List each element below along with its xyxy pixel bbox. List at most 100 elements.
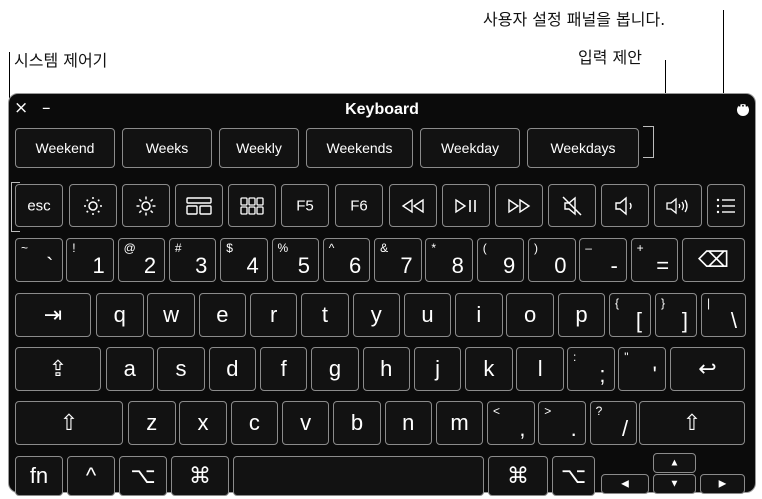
right-command-key[interactable]: ⌘ [488, 456, 548, 496]
key-x[interactable]: x [179, 401, 227, 445]
mission-control-key[interactable] [175, 184, 223, 227]
more-options-icon[interactable]: ··· [737, 103, 749, 116]
shift-symbol: } [661, 296, 666, 310]
key-label: b [350, 410, 364, 435]
fn-key[interactable]: fn [15, 456, 63, 496]
key-w[interactable]: w [147, 293, 195, 337]
shift-symbol: $ [226, 241, 233, 255]
key-y[interactable]: y [352, 293, 400, 337]
mute-key[interactable] [548, 184, 596, 227]
key-a[interactable]: a [106, 347, 154, 391]
key-o[interactable]: o [506, 293, 554, 337]
brightness-up-key[interactable] [122, 184, 170, 227]
key-1[interactable]: ! 1 [66, 238, 114, 282]
shift-symbol: ( [482, 241, 487, 255]
key-n[interactable]: n [384, 401, 432, 445]
panel-options-key[interactable] [707, 184, 745, 227]
key-period[interactable]: >. [538, 401, 586, 445]
arrow-down-key[interactable]: ▼ [653, 474, 696, 494]
key-p[interactable]: p [557, 293, 606, 337]
key-i[interactable]: i [455, 293, 503, 337]
delete-key[interactable]: ⌫ [682, 238, 745, 282]
key-j[interactable]: j [413, 347, 462, 391]
esc-key[interactable]: esc [15, 184, 63, 227]
key-z[interactable]: z [128, 401, 176, 445]
caps-lock-icon: ⇪ [48, 356, 68, 381]
key-9[interactable]: (9 [476, 238, 525, 282]
suggestion-weekends[interactable]: Weekends [306, 128, 413, 168]
key-v[interactable]: v [281, 401, 330, 445]
key-slash[interactable]: ? / [589, 401, 638, 445]
key-comma[interactable]: <, [487, 401, 535, 445]
key-d[interactable]: d [208, 347, 257, 391]
key--[interactable]: – - [579, 238, 627, 282]
right-option-key[interactable]: ⌥ [552, 456, 595, 496]
arrow-left-key[interactable]: ◀ [601, 474, 649, 494]
suggestion-weeks[interactable]: Weeks [122, 128, 212, 168]
key-r[interactable]: r [249, 293, 298, 337]
suggestion-weekend[interactable]: Weekend [15, 128, 115, 168]
key-f[interactable]: f [259, 347, 308, 391]
volume-down-key[interactable] [601, 184, 649, 227]
command-key[interactable]: ⌘ [171, 456, 229, 496]
key-2[interactable]: @2 [117, 238, 166, 282]
key-l[interactable]: l [516, 347, 564, 391]
volume-up-key[interactable] [654, 184, 702, 227]
key-4[interactable]: $4 [220, 238, 268, 282]
key-`[interactable]: ~ ` [15, 238, 63, 282]
fast-forward-icon [496, 198, 542, 214]
key-6[interactable]: ^ 6 [322, 238, 371, 282]
key-s[interactable]: s [157, 347, 205, 391]
option-key[interactable]: ⌥ [119, 456, 167, 496]
control-key[interactable]: ^ [67, 456, 115, 496]
play-pause-key[interactable] [442, 184, 490, 227]
key-q[interactable]: q [96, 293, 144, 337]
key-backslash[interactable]: | \ [701, 293, 746, 337]
key-8[interactable]: * 8 [425, 238, 473, 282]
key-semicolon[interactable]: :; [567, 347, 615, 391]
key-3[interactable]: #3 [168, 238, 217, 282]
suggestion-weekday[interactable]: Weekday [420, 128, 520, 168]
key-k[interactable]: k [465, 347, 513, 391]
tab-key[interactable]: ⇥ [15, 293, 91, 337]
tab-icon: ⇥ [43, 302, 63, 327]
return-key[interactable]: ↩ [670, 347, 745, 391]
shift-symbol: * [431, 241, 437, 255]
callout-input-suggestions: 입력 제안 [578, 48, 642, 67]
key-][interactable]: }] [655, 293, 697, 337]
arrow-right-key[interactable]: ▶ [700, 474, 745, 494]
key-quote[interactable]: " ' [618, 347, 666, 391]
rewind-key[interactable] [389, 184, 437, 227]
left-shift-key[interactable]: ⇧ [15, 401, 123, 445]
suggestion-weekdays[interactable]: Weekdays [527, 128, 639, 168]
key-c[interactable]: c [230, 401, 279, 445]
arrow-up-key[interactable]: ▲ [653, 453, 696, 473]
space-key[interactable] [233, 456, 484, 496]
shift-symbol: & [380, 241, 389, 255]
key-h[interactable]: h [362, 347, 410, 391]
key-g[interactable]: g [311, 347, 359, 391]
caps-lock-key[interactable]: ⇪ [15, 347, 101, 391]
key-label: o [524, 302, 537, 327]
fast-forward-key[interactable] [495, 184, 543, 227]
key-0[interactable]: ) 0 [528, 238, 576, 282]
right-shift-key[interactable]: ⇧ [639, 401, 745, 445]
key-5[interactable]: % 5 [271, 238, 319, 282]
key-[[interactable]: {[ [609, 293, 651, 337]
main-symbol: , [519, 416, 526, 441]
f5-key[interactable]: F5 [281, 184, 329, 227]
shift-symbol: ? [595, 404, 603, 418]
suggestion-weekly[interactable]: Weekly [219, 128, 299, 168]
key-b[interactable]: b [333, 401, 381, 445]
key-7[interactable]: & 7 [374, 238, 422, 282]
launchpad-key[interactable] [228, 184, 276, 227]
launchpad-icon [229, 196, 275, 215]
brightness-down-icon [70, 195, 116, 217]
key-e[interactable]: e [198, 293, 247, 337]
f6-key[interactable]: F6 [335, 184, 383, 227]
key-u[interactable]: u [403, 293, 452, 337]
key-=[interactable]: + = [630, 238, 679, 282]
brightness-down-key[interactable] [69, 184, 117, 227]
key-t[interactable]: t [301, 293, 349, 337]
key-m[interactable]: m [435, 401, 484, 445]
